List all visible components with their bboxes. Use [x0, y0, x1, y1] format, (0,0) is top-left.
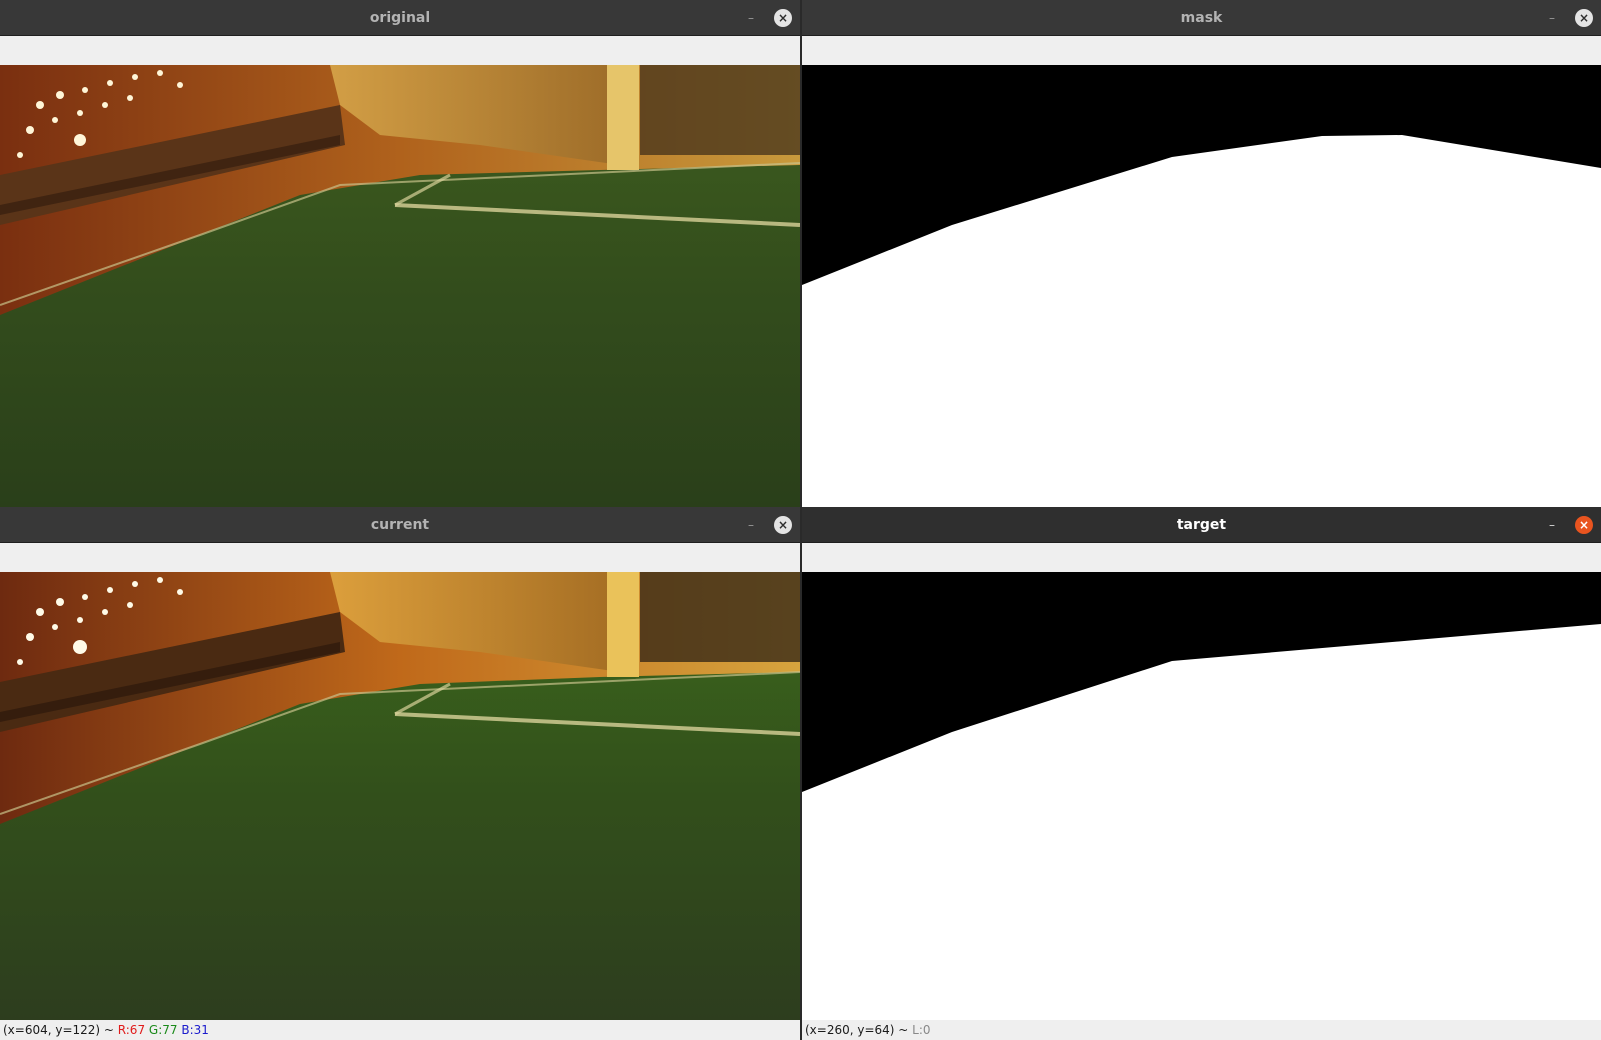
- window-title: target: [1176, 517, 1227, 533]
- window-current: current – × (x=604, y=122) ~ R:67 G:77 B…: [0, 507, 800, 1040]
- titlebar-target[interactable]: target – ×: [802, 507, 1601, 543]
- image-canvas-original[interactable]: [0, 65, 800, 508]
- minimize-button[interactable]: –: [1545, 518, 1559, 532]
- close-button[interactable]: ×: [774, 516, 792, 534]
- pixel-blue-value: B:31: [181, 1023, 209, 1037]
- window-divider: [800, 0, 802, 1040]
- window-title: mask: [1180, 10, 1223, 26]
- status-bar: (x=604, y=122) ~ R:67 G:77 B:31: [0, 1020, 800, 1040]
- window-title: original: [369, 10, 431, 26]
- toolbar: [802, 543, 1601, 572]
- cursor-coords: (x=604, y=122) ~: [3, 1023, 118, 1037]
- minimize-button[interactable]: –: [1545, 11, 1559, 25]
- desktop: original – × mask – × current – × (x=604…: [0, 0, 1601, 1040]
- titlebar-original[interactable]: original – ×: [0, 0, 800, 36]
- toolbar: [802, 36, 1601, 65]
- image-canvas-target[interactable]: [802, 572, 1601, 1020]
- titlebar-current[interactable]: current – ×: [0, 507, 800, 543]
- close-button[interactable]: ×: [774, 9, 792, 27]
- field-photo-original: [0, 65, 800, 508]
- close-button[interactable]: ×: [1575, 9, 1593, 27]
- pixel-red-value: R:67: [117, 1023, 146, 1037]
- window-mask: mask – ×: [802, 0, 1601, 508]
- image-canvas-current[interactable]: [0, 572, 800, 1020]
- toolbar: [0, 36, 800, 65]
- status-bar: (x=260, y=64) ~ L:0: [802, 1020, 1601, 1040]
- field-photo-current: [0, 572, 800, 1020]
- image-canvas-mask[interactable]: [802, 65, 1601, 508]
- window-target: target – × (x=260, y=64) ~ L:0: [802, 507, 1601, 1040]
- target-mask-image: [802, 572, 1601, 1020]
- pixel-luminance-value: L:0: [912, 1023, 931, 1037]
- minimize-button[interactable]: –: [744, 11, 758, 25]
- minimize-button[interactable]: –: [744, 518, 758, 532]
- toolbar: [0, 543, 800, 572]
- close-button[interactable]: ×: [1575, 516, 1593, 534]
- window-original: original – ×: [0, 0, 800, 508]
- cursor-coords: (x=260, y=64) ~: [805, 1023, 913, 1037]
- mask-image: [802, 65, 1601, 508]
- window-title: current: [370, 517, 430, 533]
- titlebar-mask[interactable]: mask – ×: [802, 0, 1601, 36]
- pixel-green-value: G:77: [148, 1023, 178, 1037]
